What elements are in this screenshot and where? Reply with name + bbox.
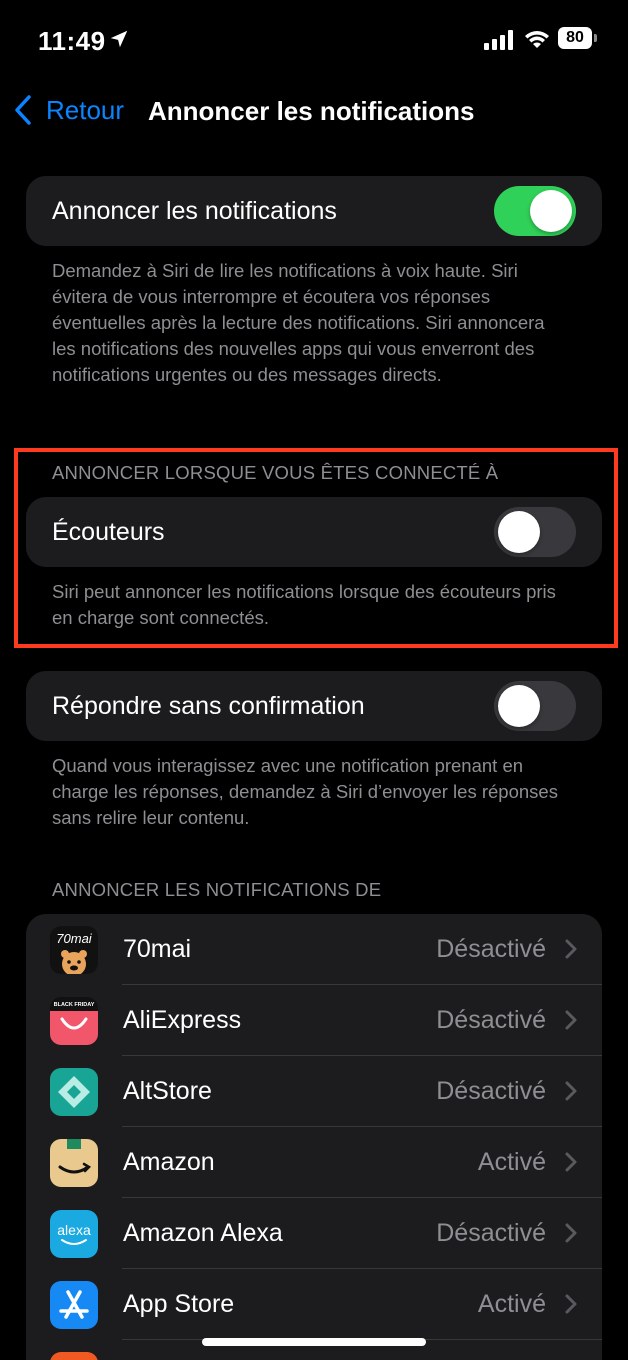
status-bar: 11:49 80	[0, 0, 628, 80]
chevron-right-icon	[565, 1081, 577, 1101]
headphones-footer: Siri peut annoncer les notifications lor…	[52, 581, 556, 628]
reply-toggle[interactable]	[494, 681, 576, 731]
chevron-right-icon	[565, 1294, 577, 1314]
connected-section-header: ANNONCER LORSQUE VOUS ÊTES CONNECTÉ À	[52, 462, 499, 483]
70mai-app-icon: 70mai	[50, 926, 98, 974]
back-button[interactable]: Retour	[12, 94, 124, 126]
aliexpress-app-icon: BLACK FRIDAY	[50, 997, 98, 1045]
app-row-app-store[interactable]: App Store Activé	[26, 1269, 602, 1340]
app-row-altstore[interactable]: AltStore Désactivé	[26, 1056, 602, 1127]
app-name: Amazon	[123, 1148, 215, 1176]
app-store-icon	[50, 1281, 98, 1329]
apps-list: 70mai 70mai Désactivé BLACK FRIDAY AliEx…	[26, 914, 602, 1360]
battery-nub	[594, 34, 597, 42]
back-label: Retour	[46, 94, 125, 125]
reply-footer: Quand vous interagissez avec une notific…	[52, 755, 558, 828]
app-row-amazon-alexa[interactable]: alexa Amazon Alexa Désactivé	[26, 1198, 602, 1269]
headphones-toggle[interactable]	[494, 507, 576, 557]
location-arrow-icon	[110, 30, 128, 48]
cellular-signal-icon	[484, 30, 513, 50]
announce-label: Annoncer les notifications	[52, 197, 337, 225]
navigation-bar: Retour Annoncer les notifications	[0, 80, 628, 144]
announce-card: Annoncer les notifications	[26, 176, 602, 246]
app-status: Désactivé	[436, 935, 546, 963]
app-status: Activé	[477, 1148, 546, 1176]
headphones-row: Écouteurs	[26, 497, 602, 567]
70mai-icon-text: 70mai	[56, 931, 93, 946]
chevron-right-icon	[565, 1152, 577, 1172]
announce-toggle[interactable]	[494, 186, 576, 236]
chevron-right-icon	[565, 1010, 577, 1030]
app-name: 70mai	[123, 935, 192, 963]
app-status: Désactivé	[436, 1006, 546, 1034]
toggle-knob	[530, 190, 572, 232]
chevron-right-icon	[565, 1223, 577, 1243]
app-name: Amazon Alexa	[123, 1219, 283, 1247]
app-row-aliexpress[interactable]: BLACK FRIDAY AliExpress Désactivé	[26, 985, 602, 1056]
toggle-knob	[498, 685, 540, 727]
announce-footer: Demandez à Siri de lire les notification…	[52, 260, 545, 385]
chevron-right-icon	[565, 939, 577, 959]
app-name: AltStore	[123, 1077, 212, 1105]
app-name: AliExpress	[123, 1006, 242, 1034]
altstore-app-icon	[50, 1068, 98, 1116]
app-status: Désactivé	[436, 1219, 546, 1247]
app-name: App Store	[123, 1290, 235, 1318]
amazon-app-icon	[50, 1139, 98, 1187]
app-row-70mai[interactable]: 70mai 70mai Désactivé	[26, 914, 602, 985]
app-status: Activé	[477, 1290, 546, 1318]
app-status: Désactivé	[436, 1077, 546, 1105]
headphones-label: Écouteurs	[52, 518, 165, 546]
toggle-knob	[498, 511, 540, 553]
reply-label: Répondre sans confirmation	[52, 692, 365, 720]
battery-level: 80	[558, 27, 592, 49]
app-row-amazon[interactable]: Amazon Activé	[26, 1127, 602, 1198]
app-icon-partial	[50, 1352, 98, 1360]
page-title: Annoncer les notifications	[148, 96, 475, 126]
announce-row: Annoncer les notifications	[26, 176, 602, 246]
chevron-left-icon	[15, 95, 31, 125]
wifi-icon	[525, 31, 549, 48]
status-time: 11:49	[38, 26, 106, 56]
alexa-app-icon: alexa	[50, 1210, 98, 1258]
reply-row: Répondre sans confirmation	[26, 671, 602, 741]
reply-card: Répondre sans confirmation	[26, 671, 602, 741]
battery-indicator: 80	[558, 27, 598, 51]
alexa-icon-text: alexa	[57, 1222, 91, 1238]
headphones-card: Écouteurs	[26, 497, 602, 567]
home-indicator[interactable]	[202, 1338, 426, 1346]
apps-section-header: ANNONCER LES NOTIFICATIONS DE	[52, 879, 382, 900]
aliexpress-icon-text: BLACK FRIDAY	[54, 1002, 95, 1008]
